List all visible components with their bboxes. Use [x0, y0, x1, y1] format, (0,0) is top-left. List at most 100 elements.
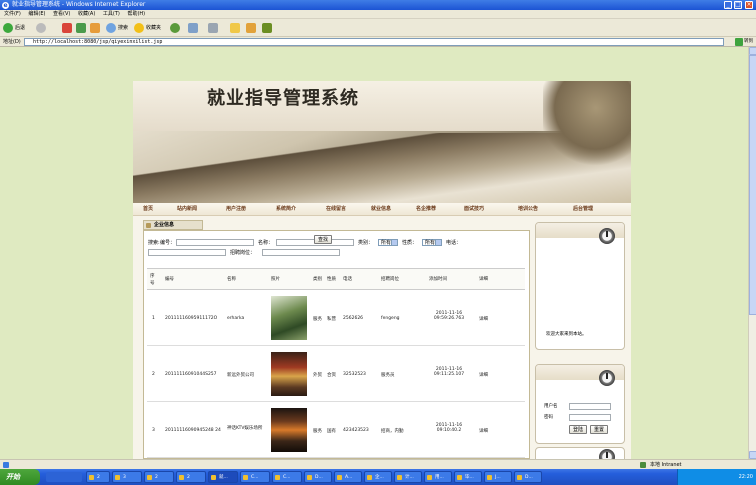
- company-photo[interactable]: [271, 352, 307, 396]
- login-button[interactable]: 登陆: [569, 425, 587, 434]
- row-name: 神话KTV娱乐场所: [227, 426, 263, 431]
- nav-companies[interactable]: 名企推荐: [416, 203, 436, 216]
- go-label[interactable]: 转到: [744, 37, 753, 47]
- col-detail: 详细: [479, 277, 488, 282]
- nav-register[interactable]: 用户注册: [226, 203, 246, 216]
- page-icon: [3, 462, 9, 468]
- search-submit-button[interactable]: 查找: [314, 235, 332, 244]
- row-name: erharka: [227, 316, 245, 321]
- row-no: 1: [152, 316, 155, 321]
- category-select[interactable]: 所有: [378, 239, 398, 246]
- system-tray: 22:20: [677, 469, 756, 485]
- vertical-scrollbar[interactable]: [748, 47, 756, 459]
- taskbar-item[interactable]: 用...: [424, 471, 452, 483]
- main-column: 企业信息 搜索: 编号： 名称： 类别： 所有 性质： 所有 电话： 招聘岗位：…: [133, 217, 530, 459]
- taskbar-item[interactable]: J...: [484, 471, 512, 483]
- nav-message[interactable]: 在线留言: [326, 203, 346, 216]
- row-no: 3: [152, 428, 155, 433]
- taskbar-item[interactable]: 计...: [394, 471, 422, 483]
- address-input[interactable]: http://localhost:8080/jsp/qiyexinxilist.…: [24, 38, 724, 46]
- taskbar-item[interactable]: C...: [272, 471, 302, 483]
- tab-company-info[interactable]: 企业信息: [143, 220, 203, 230]
- nature-label: 性质：: [402, 240, 418, 246]
- start-button[interactable]: 开始: [0, 469, 40, 485]
- username-label: 用户名: [544, 404, 558, 409]
- sidebar: 欢迎大家来到本站。 用户名 密码 登陆 重置: [530, 217, 631, 459]
- scroll-up-button[interactable]: [749, 47, 756, 55]
- detail-link[interactable]: 详细: [479, 428, 488, 434]
- search-button[interactable]: 搜索: [106, 22, 128, 34]
- taskbar-item[interactable]: A...: [334, 471, 362, 483]
- taskbar-item[interactable]: D...: [514, 471, 542, 483]
- company-photo[interactable]: [271, 296, 307, 340]
- taskbar-item[interactable]: C...: [240, 471, 270, 483]
- taskbar-item[interactable]: 3: [112, 471, 142, 483]
- phone-input[interactable]: [148, 249, 226, 256]
- search-form: 搜索: 编号： 名称： 类别： 所有 性质： 所有 电话：: [148, 238, 528, 248]
- row-nature: 私营: [327, 317, 336, 322]
- detail-link[interactable]: 详细: [479, 372, 488, 378]
- taskbar-item[interactable]: 企...: [364, 471, 392, 483]
- refresh-button[interactable]: [76, 22, 86, 34]
- taskbar-item[interactable]: D...: [304, 471, 332, 483]
- tray-clock[interactable]: 22:20: [739, 469, 753, 485]
- messenger-button[interactable]: [246, 22, 256, 34]
- go-arrow-icon[interactable]: [735, 38, 743, 46]
- menu-help[interactable]: 帮助(H): [127, 11, 145, 17]
- menu-file[interactable]: 文件(F): [4, 11, 21, 17]
- clock-icon: [599, 449, 615, 459]
- home-button[interactable]: [90, 22, 100, 34]
- nav-interview-tips[interactable]: 面试技巧: [464, 203, 484, 216]
- stop-button[interactable]: [62, 22, 72, 34]
- maximize-button[interactable]: □: [734, 1, 742, 9]
- scroll-thumb[interactable]: [749, 55, 756, 315]
- name-label: 名称：: [258, 240, 274, 246]
- position-input[interactable]: [262, 249, 340, 256]
- row-phone: 2562626: [343, 316, 364, 321]
- minimize-button[interactable]: _: [724, 1, 732, 9]
- folder-button[interactable]: [230, 22, 240, 34]
- mail-button[interactable]: [188, 22, 198, 34]
- col-nature: 性质: [327, 277, 336, 282]
- position-label: 招聘岗位：: [230, 250, 256, 256]
- reset-button[interactable]: 重置: [590, 425, 608, 434]
- username-input[interactable]: [569, 403, 611, 410]
- nav-training[interactable]: 培训公告: [518, 203, 538, 216]
- quick-launch[interactable]: [46, 472, 82, 482]
- taskbar-item[interactable]: 2: [176, 471, 206, 483]
- scroll-down-button[interactable]: [749, 451, 756, 459]
- taskbar-item[interactable]: 2: [86, 471, 110, 483]
- taskbar-item[interactable]: 2: [144, 471, 174, 483]
- code-input[interactable]: [176, 239, 254, 246]
- taskbar-item-active[interactable]: 就...: [208, 471, 238, 483]
- address-label: 地址(D): [3, 39, 21, 45]
- forward-arrow-icon: [36, 23, 46, 33]
- company-photo[interactable]: [271, 408, 307, 452]
- nav-news[interactable]: 站内新闻: [177, 203, 197, 216]
- forward-button[interactable]: [36, 22, 46, 34]
- row-category: 服务: [313, 317, 322, 322]
- col-name: 名称: [227, 277, 236, 282]
- list-icon: [146, 223, 151, 228]
- announcement-box: 欢迎大家来到本站。: [535, 222, 625, 350]
- history-button[interactable]: [170, 22, 180, 34]
- menu-view[interactable]: 查看(V): [53, 11, 70, 17]
- row-category: 外贸: [313, 373, 322, 378]
- close-button[interactable]: ×: [745, 1, 753, 9]
- col-phone: 电话: [343, 277, 352, 282]
- tools-button[interactable]: [262, 22, 272, 34]
- menu-tools[interactable]: 工具(T): [103, 11, 120, 17]
- menu-edit[interactable]: 编辑(E): [28, 11, 45, 17]
- detail-link[interactable]: 详细: [479, 316, 488, 322]
- favorites-button[interactable]: 收藏夹: [134, 22, 161, 34]
- back-button[interactable]: 后退: [3, 22, 25, 34]
- nav-about[interactable]: 系统简介: [276, 203, 296, 216]
- nav-admin[interactable]: 后台管理: [573, 203, 593, 216]
- nav-home[interactable]: 首页: [143, 203, 153, 216]
- print-button[interactable]: [208, 22, 218, 34]
- menu-favorites[interactable]: 收藏(A): [78, 11, 95, 17]
- nature-select[interactable]: 所有: [422, 239, 442, 246]
- password-input[interactable]: [569, 414, 611, 421]
- nav-jobs[interactable]: 就业信息: [371, 203, 391, 216]
- taskbar-item[interactable]: 毕...: [454, 471, 482, 483]
